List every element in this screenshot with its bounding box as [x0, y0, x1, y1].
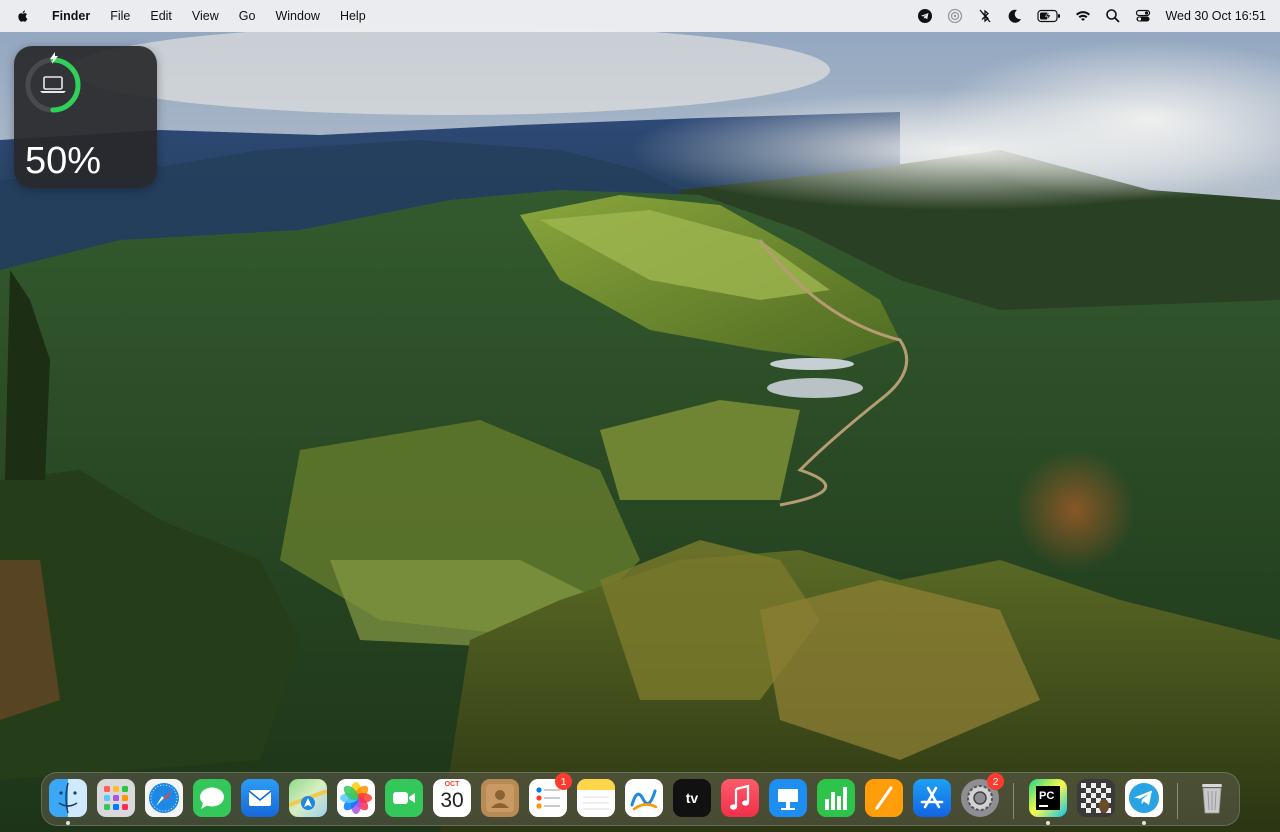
- dock-freeform[interactable]: [625, 779, 663, 817]
- battery-percent-label: 50%: [25, 140, 102, 182]
- dock-mail[interactable]: [241, 779, 279, 817]
- telegram-icon: [1125, 779, 1163, 817]
- dock-photos[interactable]: [337, 779, 375, 817]
- running-indicator: [1046, 821, 1050, 825]
- laptop-icon: [40, 76, 66, 93]
- menu-bar-right: Wed 30 Oct 16:51: [903, 8, 1266, 24]
- dock-calendar[interactable]: OCT 30: [433, 779, 471, 817]
- dock-facetime[interactable]: [385, 779, 423, 817]
- battery-charging-icon[interactable]: [1037, 8, 1061, 24]
- dock: OCT 30 1 tv 2 PC: [41, 772, 1240, 826]
- calendar-icon: OCT 30: [433, 779, 471, 817]
- safari-icon: [145, 779, 183, 817]
- battery-widget[interactable]: 50%: [14, 46, 157, 188]
- menu-bar-clock[interactable]: Wed 30 Oct 16:51: [1165, 9, 1266, 23]
- menu-edit[interactable]: Edit: [150, 9, 172, 23]
- dock-separator: [1013, 783, 1014, 819]
- screen-mirroring-icon[interactable]: [947, 8, 963, 24]
- dock-contacts[interactable]: [481, 779, 519, 817]
- menu-app-finder[interactable]: Finder: [52, 9, 90, 23]
- maps-icon: [289, 779, 327, 817]
- dock-pycharm[interactable]: PC: [1029, 779, 1067, 825]
- messages-icon: [193, 779, 231, 817]
- svg-text:PC: PC: [1039, 790, 1054, 802]
- dock-safari[interactable]: [145, 779, 183, 817]
- dock-telegram[interactable]: [1125, 779, 1163, 825]
- focus-moon-icon[interactable]: [1007, 8, 1023, 24]
- dock-app-store[interactable]: [913, 779, 951, 817]
- control-center-icon[interactable]: [1135, 8, 1151, 24]
- launchpad-icon: [97, 779, 135, 817]
- desktop-wallpaper: [0, 0, 1280, 832]
- dock-chess[interactable]: [1077, 779, 1115, 817]
- menu-go[interactable]: Go: [239, 9, 256, 23]
- notes-icon: [577, 779, 615, 817]
- pages-icon: [865, 779, 903, 817]
- menu-window[interactable]: Window: [275, 9, 319, 23]
- running-indicator: [66, 821, 70, 825]
- dock-trash[interactable]: [1193, 779, 1231, 817]
- facetime-icon: [385, 779, 423, 817]
- contacts-icon: [481, 779, 519, 817]
- mail-icon: [241, 779, 279, 817]
- photos-icon: [337, 779, 375, 817]
- dock-notes[interactable]: [577, 779, 615, 817]
- tv-label: tv: [685, 790, 699, 806]
- dock-music[interactable]: [721, 779, 759, 817]
- dock-finder[interactable]: [49, 779, 87, 825]
- freeform-icon: [625, 779, 663, 817]
- dock-tv[interactable]: tv: [673, 779, 711, 817]
- wifi-icon[interactable]: [1075, 8, 1091, 24]
- reminders-badge: 1: [555, 773, 572, 790]
- apple-tv-icon: tv: [673, 779, 711, 817]
- pycharm-icon: PC: [1029, 779, 1067, 817]
- trash-icon: [1193, 779, 1231, 817]
- dock-reminders[interactable]: 1: [529, 773, 572, 817]
- dock-system-settings[interactable]: 2: [961, 773, 1004, 817]
- system-settings-badge: 2: [987, 773, 1004, 790]
- menu-bar: Finder File Edit View Go Window Help Wed…: [0, 0, 1280, 32]
- charging-bolt-icon: [50, 52, 58, 64]
- running-indicator: [1142, 821, 1146, 825]
- app-store-icon: [913, 779, 951, 817]
- apple-menu-icon[interactable]: [16, 8, 32, 24]
- numbers-icon: [817, 779, 855, 817]
- chess-icon: [1077, 779, 1115, 817]
- dock-messages[interactable]: [193, 779, 231, 817]
- dock-keynote[interactable]: [769, 779, 807, 817]
- keynote-icon: [769, 779, 807, 817]
- music-icon: [721, 779, 759, 817]
- calendar-month: OCT: [444, 781, 460, 788]
- dock-numbers[interactable]: [817, 779, 855, 817]
- bluetooth-off-icon[interactable]: [977, 8, 993, 24]
- telegram-status-icon[interactable]: [917, 8, 933, 24]
- calendar-day: 30: [440, 789, 464, 812]
- menu-bar-left: Finder File Edit View Go Window Help: [16, 8, 386, 24]
- menu-view[interactable]: View: [192, 9, 219, 23]
- wallpaper-landscape: [0, 0, 1280, 832]
- dock-launchpad[interactable]: [97, 779, 135, 817]
- menu-file[interactable]: File: [110, 9, 130, 23]
- dock-separator: [1177, 783, 1178, 819]
- dock-pages[interactable]: [865, 779, 903, 817]
- menu-help[interactable]: Help: [340, 9, 366, 23]
- spotlight-search-icon[interactable]: [1105, 8, 1121, 24]
- finder-icon: [49, 779, 87, 817]
- dock-maps[interactable]: [289, 779, 327, 817]
